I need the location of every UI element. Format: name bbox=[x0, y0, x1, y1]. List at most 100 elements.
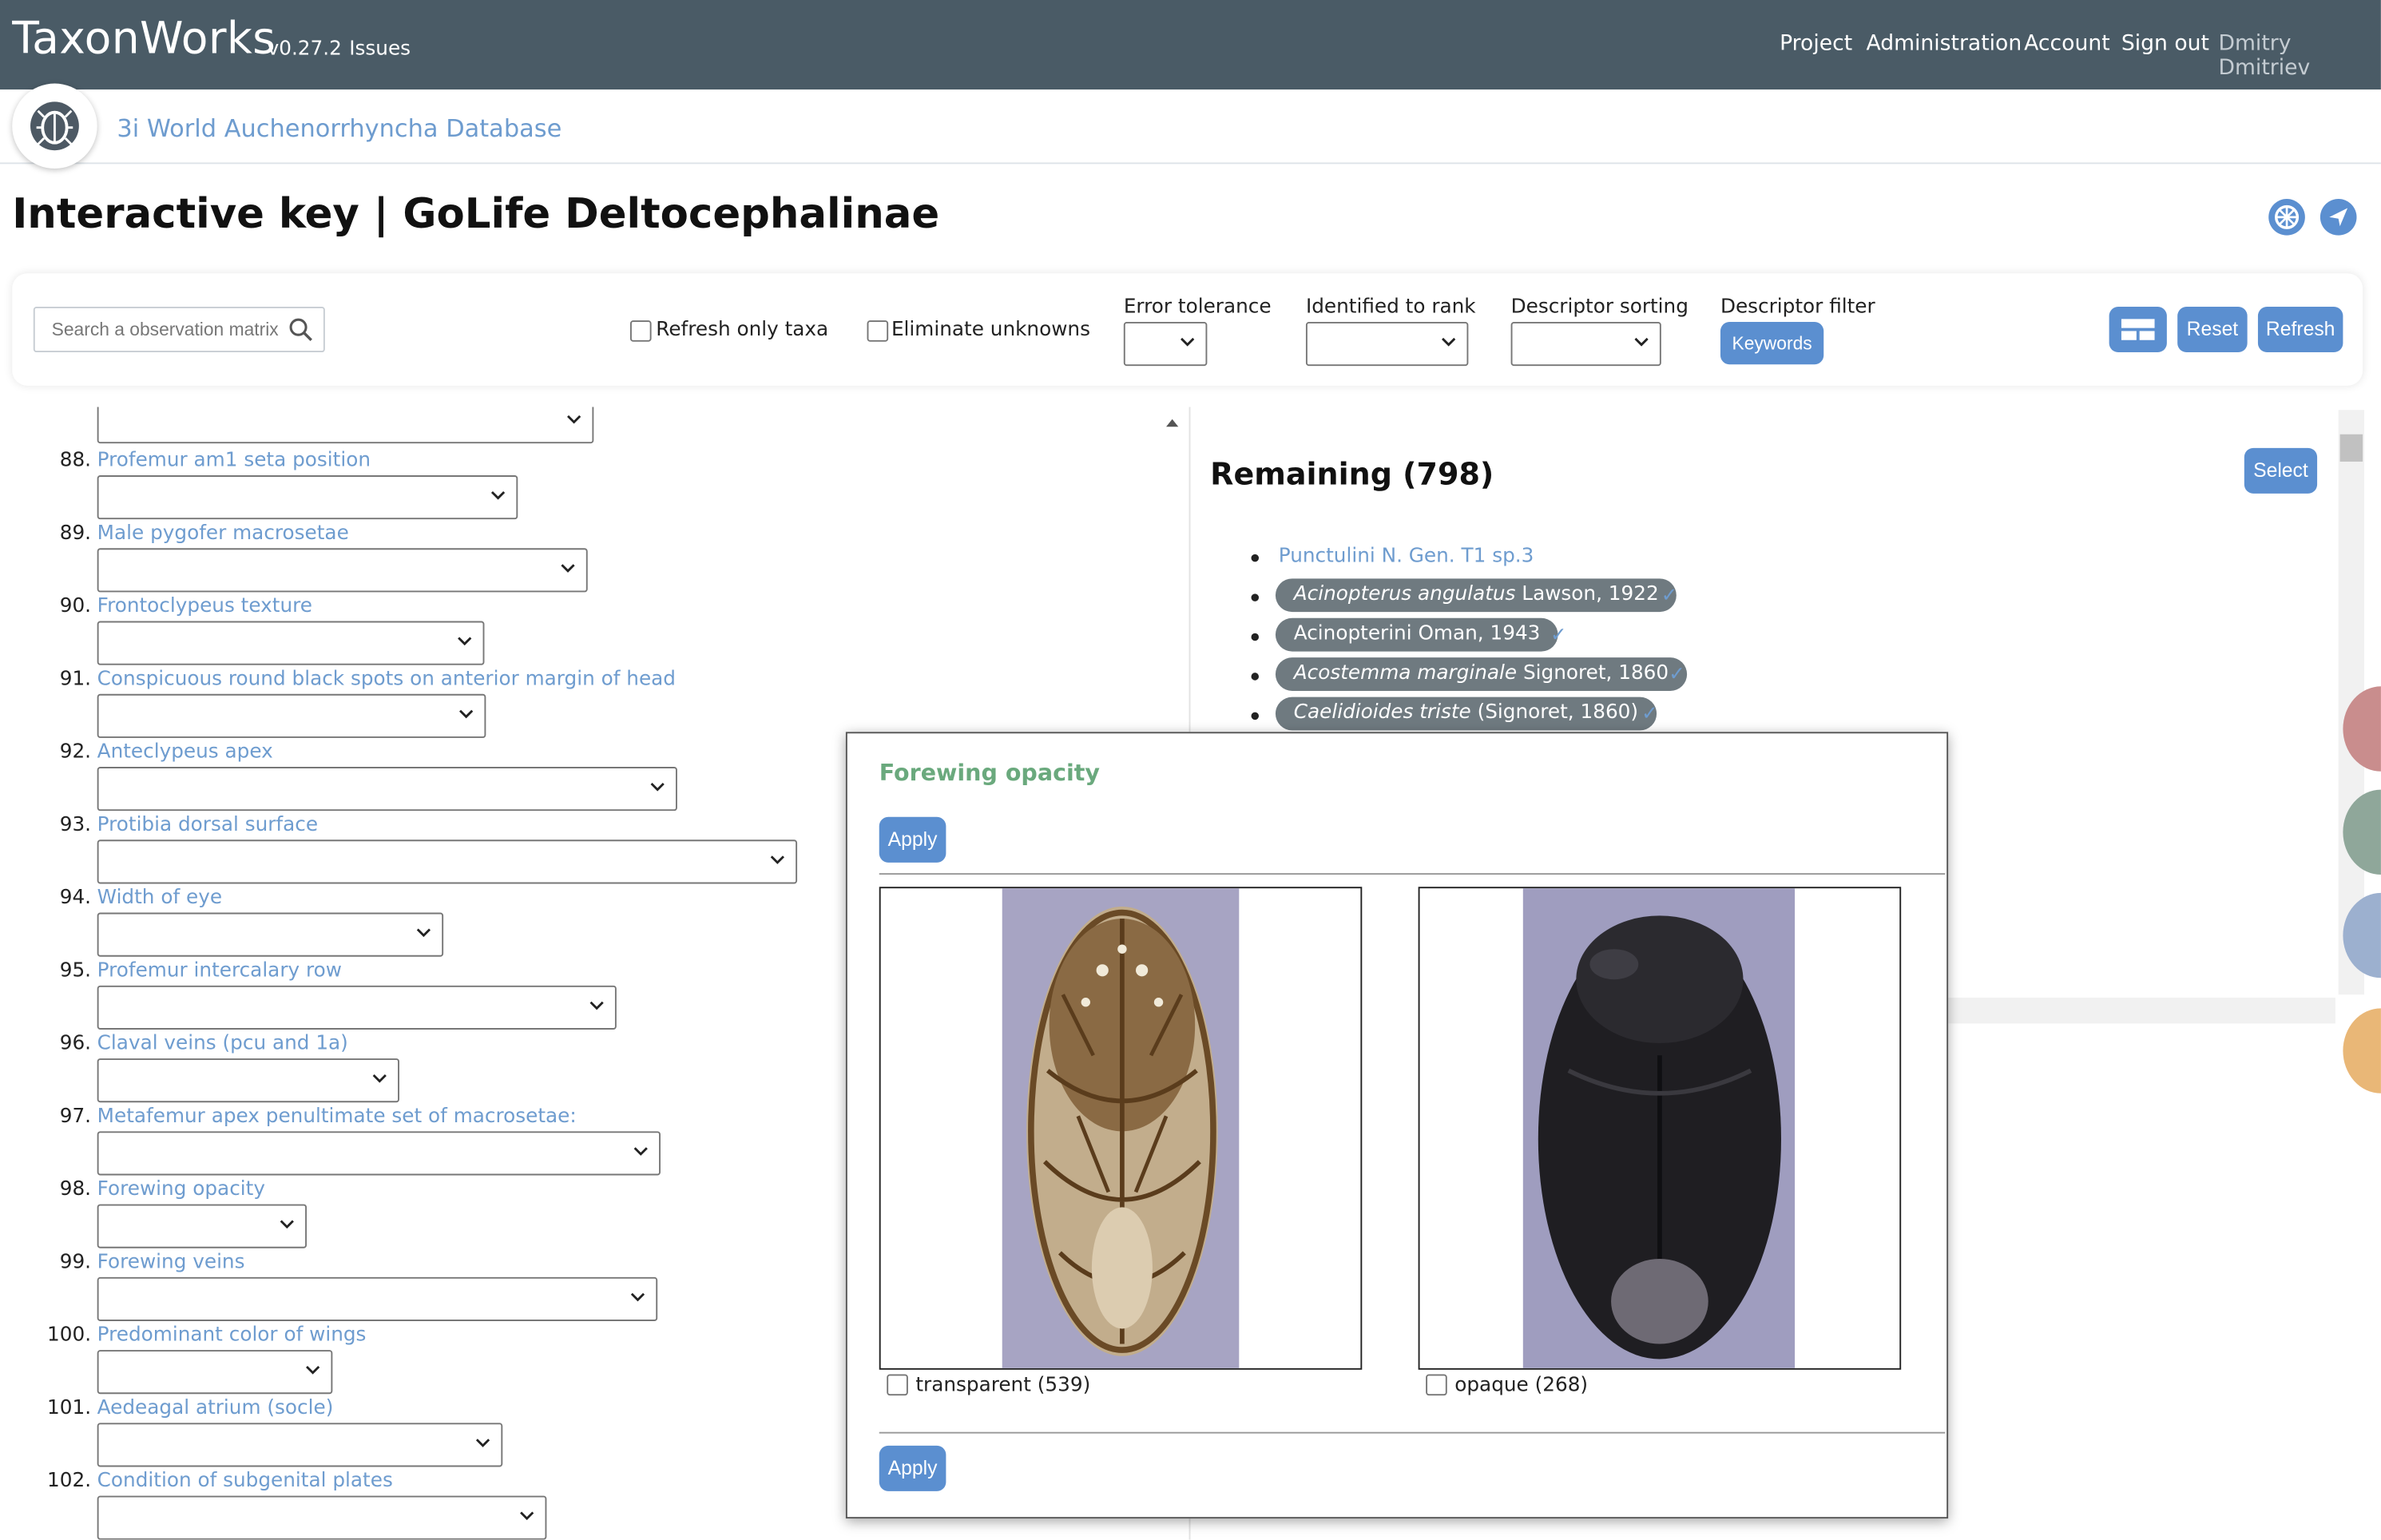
search-placeholder: Search a observation matrix bbox=[51, 319, 279, 340]
page-title: Interactive key | GoLife Deltocephalinae bbox=[12, 191, 940, 239]
descriptor-number: 89. bbox=[59, 522, 92, 546]
apply-button-top[interactable]: Apply bbox=[879, 816, 946, 863]
list-bullet bbox=[1251, 673, 1260, 681]
chevron-down-icon bbox=[633, 1147, 648, 1156]
chevron-down-icon bbox=[770, 855, 784, 864]
project-name[interactable]: 3i World Auchenorrhyncha Database bbox=[117, 114, 562, 143]
nav-project[interactable]: Project bbox=[1780, 32, 1852, 56]
checkmark-icon: ✓ bbox=[1641, 701, 1658, 724]
descriptor-link[interactable]: Forewing opacity bbox=[97, 1178, 265, 1201]
nav-sign-out[interactable]: Sign out bbox=[2121, 32, 2209, 56]
descriptor-link[interactable]: Aedeagal atrium (socle) bbox=[97, 1397, 334, 1420]
descriptor-link[interactable]: Condition of subgenital plates bbox=[97, 1470, 393, 1493]
nav-user-name[interactable]: Dmitry Dmitriev bbox=[2219, 32, 2381, 81]
checkmark-icon: ✓ bbox=[1550, 622, 1567, 645]
descriptor-link[interactable]: Conspicuous round black spots on anterio… bbox=[97, 668, 676, 691]
taxon-link[interactable]: Punctulini N. Gen. T1 sp.3 bbox=[1279, 545, 1534, 568]
taxon-pill[interactable]: Caelidioides triste (Signoret, 1860) bbox=[1275, 697, 1657, 731]
list-bullet bbox=[1251, 633, 1260, 641]
descriptor-sorting-label: Descriptor sorting bbox=[1510, 296, 1689, 320]
error-tolerance-select[interactable] bbox=[1123, 322, 1208, 367]
descriptor-select[interactable] bbox=[97, 1423, 503, 1467]
nav-administration[interactable]: Administration bbox=[1866, 32, 2022, 56]
descriptor-link[interactable]: Width of eye bbox=[97, 887, 222, 910]
chevron-down-icon bbox=[280, 1220, 294, 1229]
chevron-down-icon bbox=[416, 928, 431, 938]
descriptor-select[interactable] bbox=[97, 1350, 333, 1395]
descriptor-link[interactable]: Profemur am1 seta position bbox=[97, 450, 371, 473]
chevron-down-icon bbox=[1181, 337, 1195, 347]
chevron-down-icon bbox=[561, 564, 575, 573]
layout-toggle-button[interactable] bbox=[2109, 307, 2167, 353]
descriptor-link[interactable]: Claval veins (pcu and 1a) bbox=[97, 1033, 348, 1056]
descriptor-select[interactable] bbox=[97, 548, 588, 593]
descriptor-select[interactable] bbox=[97, 912, 444, 957]
nav-account[interactable]: Account bbox=[2024, 32, 2109, 56]
scroll-up-arrow-icon[interactable] bbox=[1165, 416, 1180, 428]
select-button[interactable]: Select bbox=[2244, 447, 2318, 494]
descriptor-number: 91. bbox=[59, 668, 92, 692]
transparent-checkbox[interactable] bbox=[887, 1374, 908, 1396]
descriptor-number: 93. bbox=[59, 813, 92, 837]
opaque-checkbox[interactable] bbox=[1426, 1374, 1447, 1396]
issues-link[interactable]: Issues bbox=[349, 38, 411, 62]
refresh-only-taxa-checkbox[interactable] bbox=[629, 320, 652, 342]
descriptor-link[interactable]: Forewing veins bbox=[97, 1252, 245, 1275]
taxon-pill[interactable]: Acinopterus angulatus Lawson, 1922 bbox=[1275, 578, 1677, 613]
descriptor-link[interactable]: Frontoclypeus texture bbox=[97, 595, 312, 618]
taxon-pill[interactable]: Acinopterini Oman, 1943 bbox=[1275, 617, 1559, 652]
keywords-button[interactable]: Keywords bbox=[1720, 322, 1824, 365]
descriptor-select[interactable] bbox=[97, 839, 798, 884]
chevron-down-icon bbox=[650, 782, 665, 792]
identified-to-rank-select[interactable] bbox=[1305, 322, 1469, 367]
modal-divider bbox=[879, 1431, 1946, 1434]
descriptor-link[interactable]: Male pygofer macrosetae bbox=[97, 522, 349, 546]
refresh-button[interactable]: Refresh bbox=[2257, 307, 2343, 353]
checkmark-icon: ✓ bbox=[1669, 661, 1686, 685]
state-image-transparent[interactable] bbox=[879, 887, 1363, 1370]
scrollbar-thumb[interactable] bbox=[2339, 434, 2363, 462]
horizontal-scrollbar[interactable] bbox=[1946, 998, 2335, 1024]
descriptor-select[interactable] bbox=[97, 1276, 658, 1321]
reset-button[interactable]: Reset bbox=[2177, 307, 2248, 353]
descriptor-select[interactable] bbox=[97, 693, 486, 738]
descriptor-select-87[interactable] bbox=[97, 407, 594, 444]
project-logo[interactable] bbox=[12, 83, 97, 169]
descriptor-link[interactable]: Protibia dorsal surface bbox=[97, 814, 318, 837]
eliminate-unknowns-checkbox[interactable] bbox=[867, 320, 889, 342]
taxon-pill[interactable]: Acostemma marginale Signoret, 1860 bbox=[1275, 657, 1687, 692]
brand-logo-link[interactable]: TaxonWorks bbox=[12, 12, 276, 64]
chevron-down-icon bbox=[475, 1439, 490, 1447]
chevron-down-icon bbox=[1634, 337, 1649, 347]
transparent-option-label: transparent (539) bbox=[915, 1374, 1091, 1398]
descriptor-select[interactable] bbox=[97, 1495, 547, 1540]
descriptor-select[interactable] bbox=[97, 1058, 399, 1103]
descriptor-select[interactable] bbox=[97, 985, 617, 1030]
descriptor-number: 97. bbox=[59, 1105, 92, 1129]
descriptor-select[interactable] bbox=[97, 1131, 661, 1176]
descriptor-link[interactable]: Predominant color of wings bbox=[97, 1324, 367, 1348]
descriptor-link[interactable]: Anteclypeus apex bbox=[97, 741, 273, 764]
descriptor-select[interactable] bbox=[97, 1204, 308, 1248]
chevron-down-icon bbox=[372, 1074, 387, 1083]
descriptor-number: 100. bbox=[47, 1324, 92, 1348]
extra-shortcut-icon[interactable] bbox=[2343, 1008, 2381, 1093]
chevron-down-icon bbox=[589, 1001, 604, 1010]
apply-button-bottom[interactable]: Apply bbox=[879, 1445, 946, 1491]
descriptor-select[interactable] bbox=[97, 767, 677, 812]
list-bullet bbox=[1251, 554, 1260, 562]
descriptor-link[interactable]: Metafemur apex penultimate set of macros… bbox=[97, 1105, 577, 1129]
navigate-icon[interactable] bbox=[2319, 199, 2357, 236]
descriptor-filter-label: Descriptor filter bbox=[1720, 296, 1875, 320]
descriptor-select[interactable] bbox=[97, 621, 485, 665]
descriptor-number: 96. bbox=[59, 1032, 92, 1056]
descriptor-number: 99. bbox=[59, 1251, 92, 1275]
modal-divider bbox=[879, 873, 1946, 875]
descriptor-link[interactable]: Profemur intercalary row bbox=[97, 959, 342, 982]
radial-menu-icon[interactable] bbox=[2268, 199, 2305, 236]
state-image-opaque[interactable] bbox=[1418, 887, 1902, 1370]
descriptor-sorting-select[interactable] bbox=[1510, 322, 1661, 367]
matrix-search-input[interactable]: Search a observation matrix bbox=[33, 307, 325, 353]
descriptor-select[interactable] bbox=[97, 475, 518, 520]
layout-icon bbox=[2121, 319, 2155, 340]
